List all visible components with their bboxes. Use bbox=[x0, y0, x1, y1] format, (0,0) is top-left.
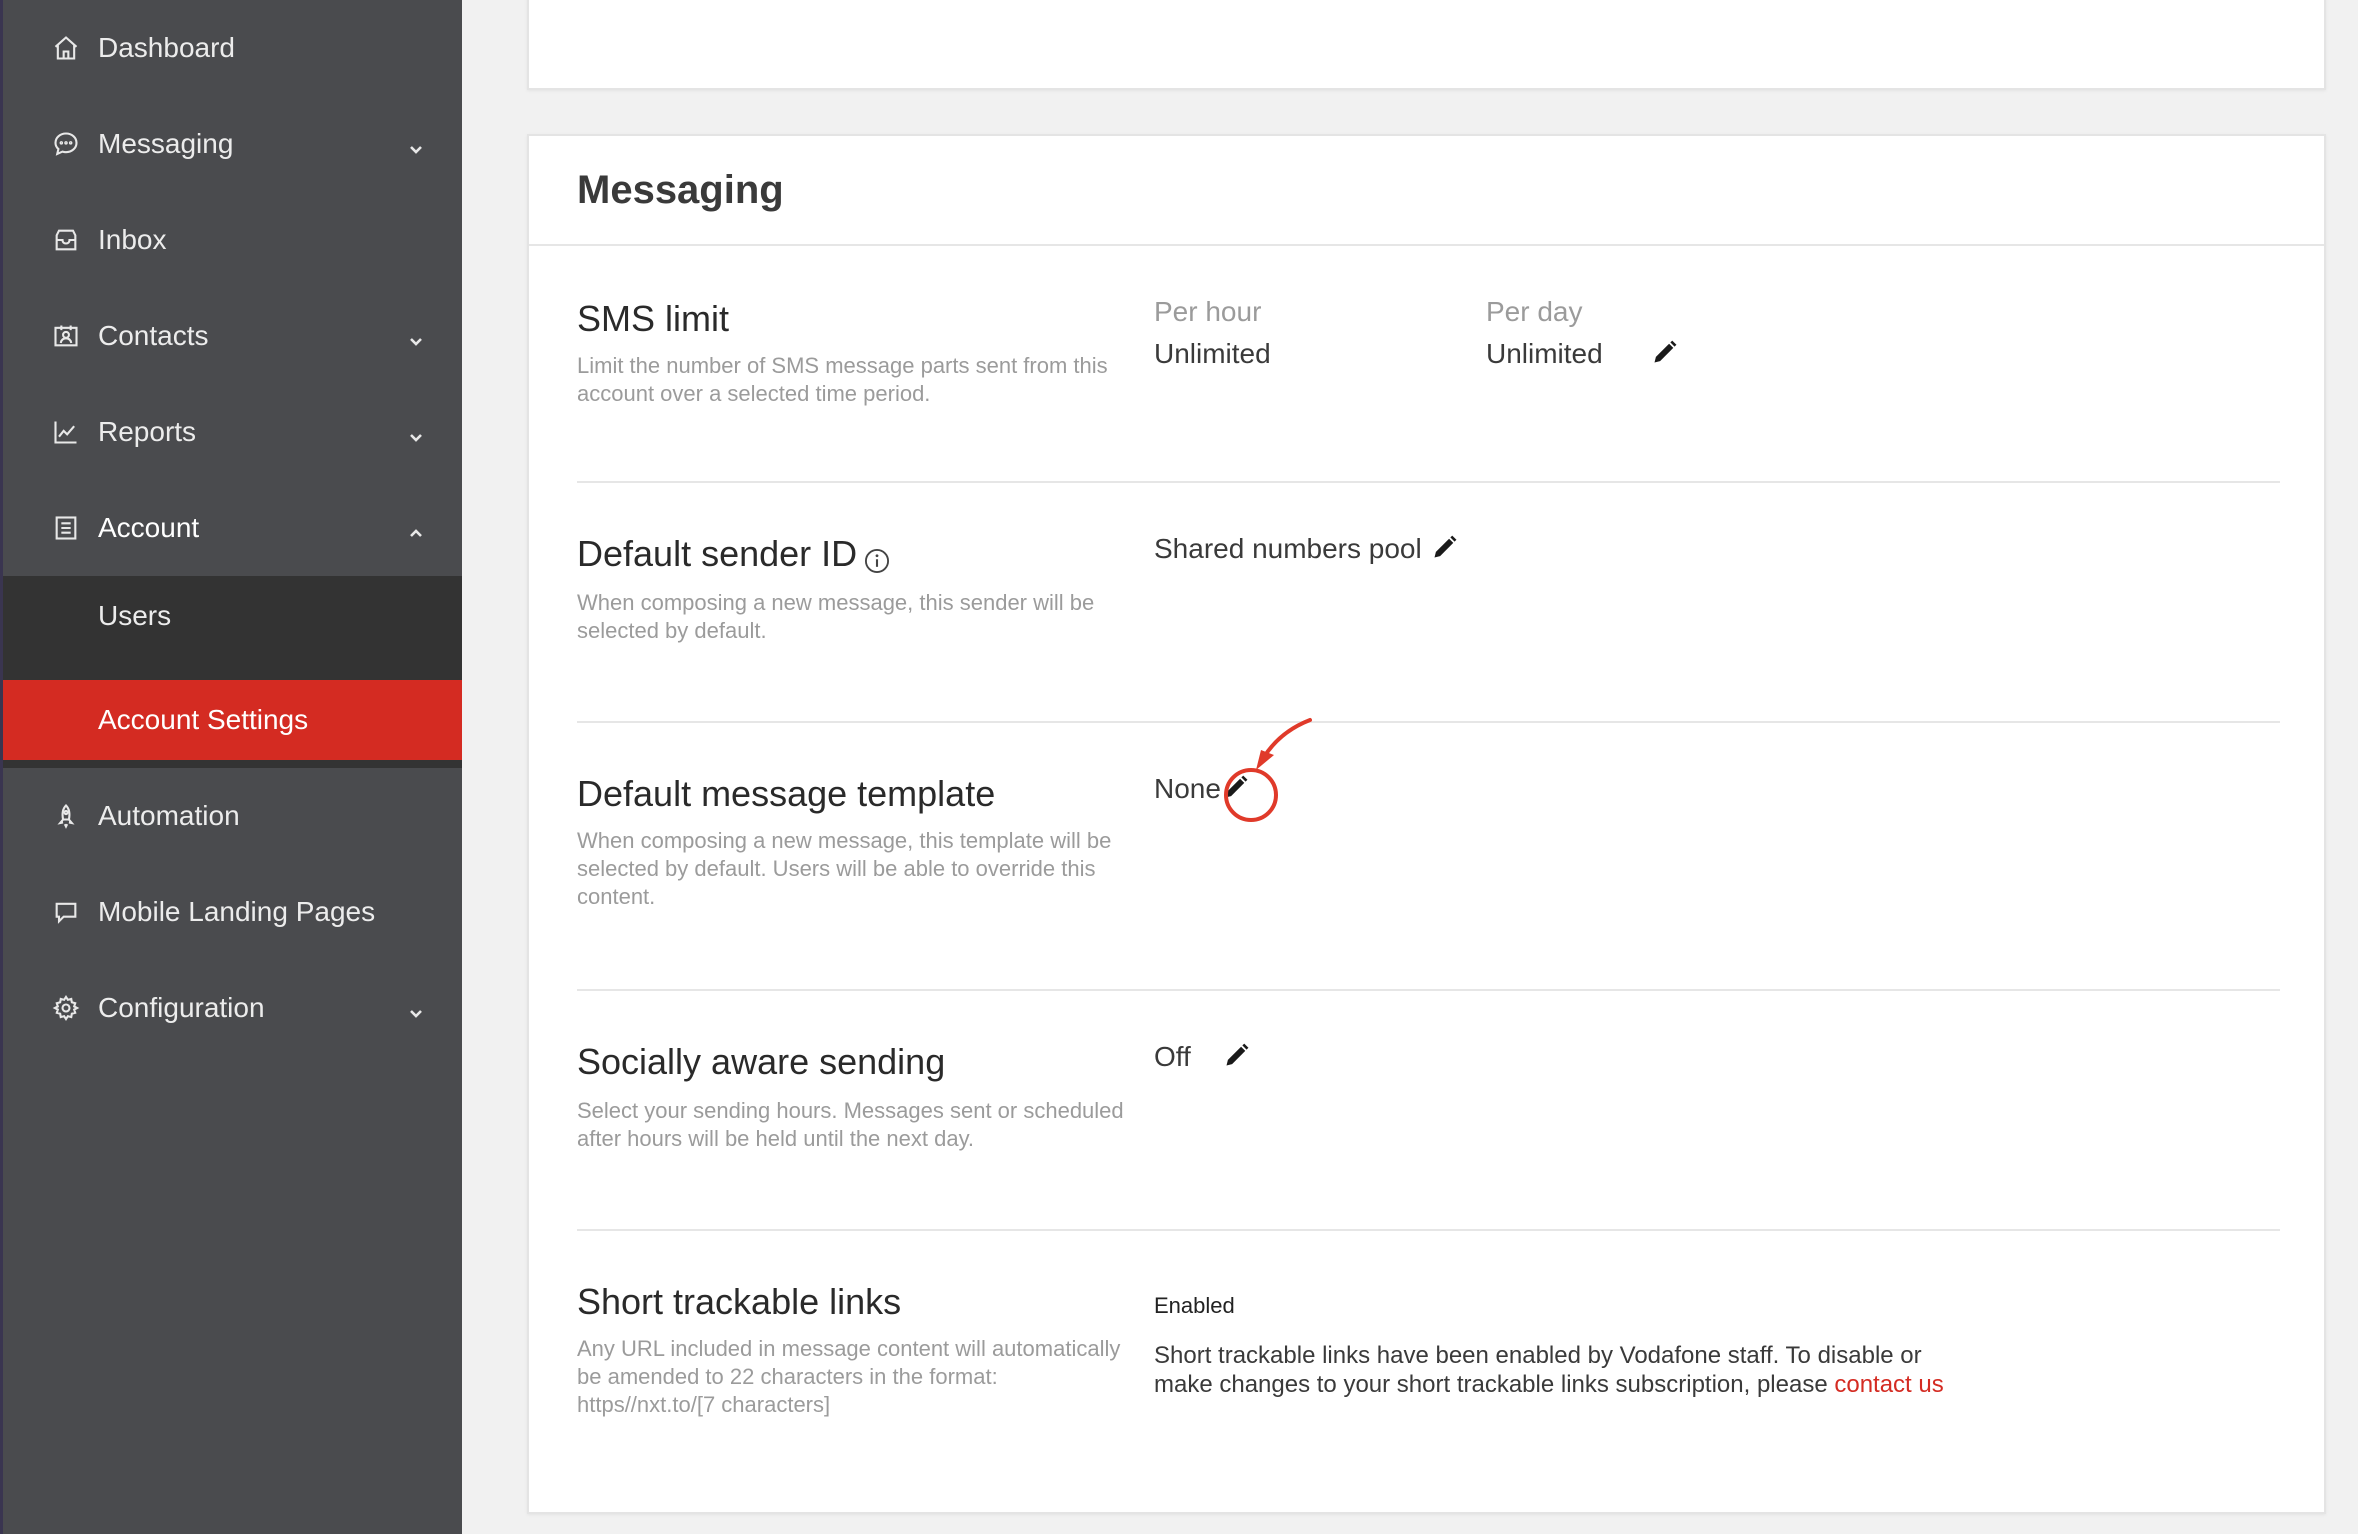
rocket-icon bbox=[51, 801, 81, 831]
sidebar-item-automation[interactable]: Automation bbox=[3, 768, 462, 864]
gear-icon bbox=[51, 993, 81, 1023]
chart-line-icon bbox=[51, 417, 81, 447]
sidebar-item-label: Contacts bbox=[98, 320, 209, 351]
chevron-down-icon bbox=[406, 326, 426, 346]
row-description: Select your sending hours. Messages sent… bbox=[577, 1098, 1124, 1151]
row-description: Any URL included in message content will… bbox=[577, 1336, 1121, 1417]
sender-id-value: Shared numbers pool bbox=[1154, 533, 1422, 564]
per-day-label: Per day bbox=[1486, 296, 1583, 327]
per-hour-value: Unlimited bbox=[1154, 338, 1271, 369]
pencil-icon bbox=[1434, 535, 1457, 558]
contact-us-link[interactable]: contact us bbox=[1834, 1371, 1943, 1398]
sidebar-item-contacts[interactable]: Contacts bbox=[3, 288, 462, 384]
sidebar: Dashboard Messaging Inbox Contacts Repor… bbox=[0, 0, 462, 1534]
per-day-value: Unlimited bbox=[1486, 338, 1603, 369]
edit-sender-id-button[interactable] bbox=[1431, 533, 1459, 561]
sidebar-item-account-settings[interactable]: Account Settings bbox=[3, 680, 462, 760]
sidebar-item-label: Inbox bbox=[98, 224, 167, 255]
row-title: Short trackable links bbox=[577, 1281, 902, 1322]
sidebar-item-label: Automation bbox=[98, 800, 240, 831]
row-title: SMS limit bbox=[577, 298, 729, 339]
sidebar-item-label: Account Settings bbox=[98, 704, 309, 735]
chat-icon bbox=[51, 129, 81, 159]
sidebar-item-label: Account bbox=[98, 512, 200, 543]
pencil-icon bbox=[1654, 340, 1677, 363]
row-title: Default sender ID bbox=[577, 533, 891, 575]
sidebar-item-users[interactable]: Users bbox=[3, 576, 462, 656]
sidebar-item-mobile-landing-pages[interactable]: Mobile Landing Pages bbox=[3, 864, 462, 960]
short-links-info-text: Short trackable links have been enabled … bbox=[1154, 1342, 1922, 1398]
chevron-down-icon bbox=[406, 422, 426, 442]
sidebar-item-label: Reports bbox=[98, 416, 197, 447]
row-description: When composing a new message, this templ… bbox=[577, 828, 1112, 909]
template-value: None bbox=[1154, 773, 1221, 804]
sidebar-item-messaging[interactable]: Messaging bbox=[3, 96, 462, 192]
socially-aware-row: Socially aware sending Select your sendi… bbox=[577, 991, 2280, 1231]
contacts-icon bbox=[51, 321, 81, 351]
sidebar-item-label: Messaging bbox=[98, 128, 234, 159]
edit-template-button[interactable] bbox=[1222, 773, 1250, 801]
short-links-row: Short trackable links Any URL included i… bbox=[577, 1231, 2280, 1511]
sidebar-item-label: Mobile Landing Pages bbox=[98, 896, 376, 927]
sidebar-item-label: Users bbox=[98, 600, 172, 631]
card-header: Messaging bbox=[529, 136, 2324, 246]
row-description: When composing a new message, this sende… bbox=[577, 590, 1095, 643]
sidebar-item-account[interactable]: Account bbox=[3, 480, 462, 576]
edit-socially-aware-button[interactable] bbox=[1223, 1041, 1251, 1069]
sidebar-item-label: Dashboard bbox=[98, 32, 235, 63]
message-template-row: Default message template When composing … bbox=[577, 723, 2280, 991]
row-title-text: Default sender ID bbox=[577, 533, 858, 574]
landing-page-icon bbox=[51, 897, 81, 927]
card-title: Messaging bbox=[577, 168, 784, 212]
home-icon bbox=[51, 33, 81, 63]
chevron-up-icon bbox=[406, 518, 426, 538]
sidebar-item-inbox[interactable]: Inbox bbox=[3, 192, 462, 288]
sidebar-item-dashboard[interactable]: Dashboard bbox=[3, 0, 462, 96]
account-submenu: Users Account Settings bbox=[3, 576, 462, 768]
socially-aware-value: Off bbox=[1154, 1041, 1191, 1072]
main-content: Messaging SMS limit Limit the number of … bbox=[462, 0, 2358, 1534]
row-description: Limit the number of SMS message parts se… bbox=[577, 353, 1108, 406]
sidebar-item-configuration[interactable]: Configuration bbox=[3, 960, 462, 1056]
sidebar-item-reports[interactable]: Reports bbox=[3, 384, 462, 480]
info-icon[interactable] bbox=[863, 542, 891, 574]
account-list-icon bbox=[51, 513, 81, 543]
per-hour-label: Per hour bbox=[1154, 296, 1262, 327]
chevron-down-icon bbox=[406, 998, 426, 1018]
pencil-icon bbox=[1226, 1043, 1249, 1066]
row-title: Default message template bbox=[577, 773, 996, 814]
sidebar-item-label: Configuration bbox=[98, 992, 265, 1023]
previous-card bbox=[527, 0, 2326, 90]
row-title: Socially aware sending bbox=[577, 1041, 946, 1082]
chevron-down-icon bbox=[406, 134, 426, 154]
inbox-icon bbox=[51, 225, 81, 255]
sender-id-row: Default sender ID When composing a new m… bbox=[577, 483, 2280, 723]
short-links-status: Enabled bbox=[1154, 1293, 1235, 1318]
pencil-icon bbox=[1225, 775, 1248, 798]
messaging-settings-card: Messaging SMS limit Limit the number of … bbox=[527, 134, 2326, 1514]
edit-sms-limit-button[interactable] bbox=[1651, 338, 1679, 366]
short-links-info: Short trackable links have been enabled … bbox=[1154, 1341, 1954, 1399]
